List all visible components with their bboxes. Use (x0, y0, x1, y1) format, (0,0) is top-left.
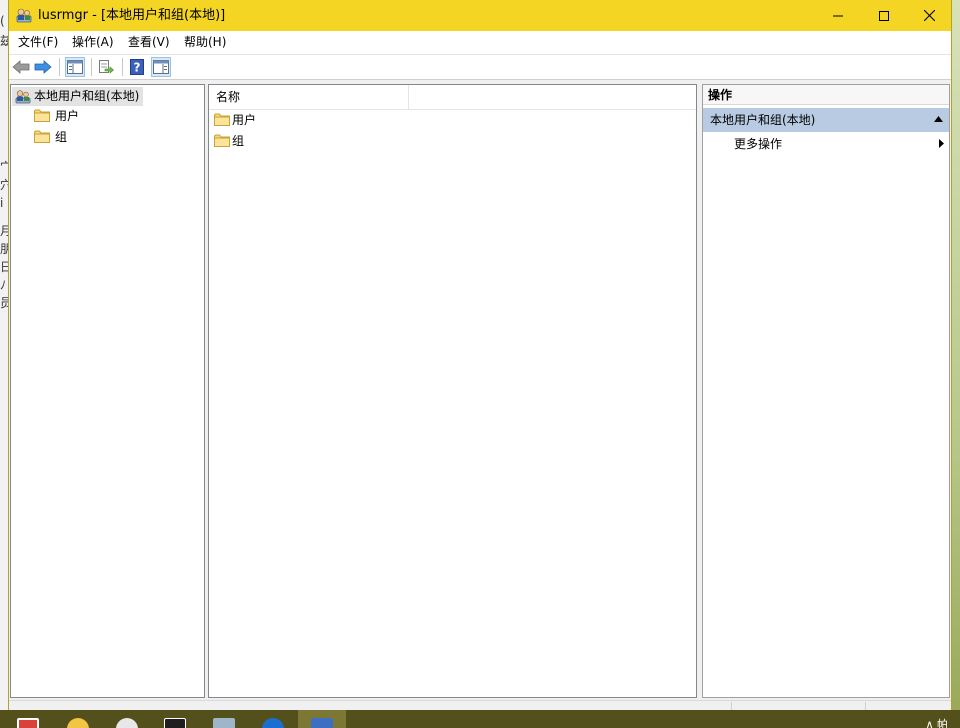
close-icon (923, 10, 935, 21)
taskbar: ∧ 帕 (0, 710, 960, 728)
more-actions-label: 更多操作 (734, 137, 783, 151)
menu-file[interactable]: 文件(F) (18, 35, 58, 50)
close-button[interactable] (906, 0, 952, 31)
menu-view[interactable]: 查看(V) (128, 35, 170, 50)
action-pane: 操作 本地用户和组(本地) 更多操作 (702, 84, 950, 698)
window-title: lusrmgr - [本地用户和组(本地)] (38, 8, 226, 23)
back-button[interactable] (11, 57, 31, 77)
status-divider (731, 702, 732, 710)
menu-bar: 文件(F) 操作(A) 查看(V) 帮助(H) (9, 31, 951, 55)
toolbar-separator (91, 58, 92, 76)
show-hide-tree-button[interactable] (65, 57, 85, 77)
taskbar-active-app[interactable] (298, 710, 346, 728)
minimize-button[interactable] (815, 0, 861, 31)
console-content: 本地用户和组(本地) 用户 组 名称 用户 组 操作 本地用户和组(本地) 更多… (9, 80, 951, 700)
tree-node-local-users-groups[interactable]: 本地用户和组(本地) (12, 87, 144, 106)
tree-root-label: 本地用户和组(本地) (34, 89, 140, 103)
result-list-pane: 名称 用户 组 (208, 84, 697, 698)
list-item-groups[interactable]: 组 (214, 131, 244, 151)
action-section-header[interactable]: 本地用户和组(本地) (703, 108, 949, 132)
submenu-arrow-icon (939, 139, 944, 148)
tray-text[interactable]: ∧ 帕 (925, 719, 948, 728)
show-hide-action-pane-button[interactable] (151, 57, 171, 77)
toolbar: ? (9, 55, 951, 80)
taskbar-lusrmgr-icon (311, 718, 333, 728)
taskbar-browser-icon[interactable] (67, 718, 89, 728)
users-groups-icon (15, 90, 31, 104)
more-actions-item[interactable]: 更多操作 (734, 133, 944, 155)
users-app-icon (16, 8, 32, 23)
folder-icon (214, 134, 230, 147)
show-hide-action-pane-icon (153, 60, 169, 74)
export-list-icon (99, 60, 114, 74)
maximize-icon (879, 10, 889, 21)
tree-node-label: 用户 (55, 109, 80, 123)
back-icon (12, 60, 30, 74)
list-item-label: 组 (232, 134, 245, 148)
show-hide-tree-icon (67, 60, 83, 74)
title-bar[interactable]: lusrmgr - [本地用户和组(本地)] (9, 0, 951, 31)
help-icon: ? (130, 59, 144, 75)
taskbar-settings-icon[interactable] (116, 718, 138, 728)
menu-help[interactable]: 帮助(H) (184, 35, 226, 50)
action-pane-title: 操作 (703, 85, 949, 105)
tree-node-label: 组 (55, 130, 68, 144)
tree-node-groups[interactable]: 组 (33, 128, 67, 146)
console-tree-pane: 本地用户和组(本地) 用户 组 (10, 84, 205, 698)
folder-icon (34, 109, 50, 122)
folder-icon (34, 130, 50, 143)
taskbar-app-red-icon[interactable] (17, 718, 39, 728)
status-divider (865, 702, 866, 710)
list-header: 名称 (209, 85, 696, 110)
list-item-users[interactable]: 用户 (214, 110, 256, 130)
toolbar-separator (59, 58, 60, 76)
menu-action[interactable]: 操作(A) (72, 35, 114, 50)
action-section-label: 本地用户和组(本地) (710, 113, 816, 127)
forward-button[interactable] (33, 57, 53, 77)
minimize-icon (833, 15, 843, 16)
column-header-name[interactable]: 名称 (209, 85, 409, 109)
toolbar-separator (122, 58, 123, 76)
lusrmgr-window: lusrmgr - [本地用户和组(本地)] 文件(F) 操作(A) 查看(V)… (8, 0, 952, 711)
taskbar-app-dark-icon[interactable] (164, 718, 186, 728)
taskbar-app-blue-icon[interactable] (262, 718, 284, 728)
forward-icon (34, 60, 52, 74)
maximize-button[interactable] (861, 0, 907, 31)
export-list-button[interactable] (96, 57, 116, 77)
svg-text:?: ? (134, 61, 141, 75)
taskbar-explorer-icon[interactable] (213, 718, 235, 728)
list-item-label: 用户 (232, 113, 257, 127)
folder-icon (214, 113, 230, 126)
help-button[interactable]: ? (127, 57, 147, 77)
collapse-up-icon[interactable] (934, 116, 943, 122)
tree-node-users[interactable]: 用户 (33, 107, 79, 125)
